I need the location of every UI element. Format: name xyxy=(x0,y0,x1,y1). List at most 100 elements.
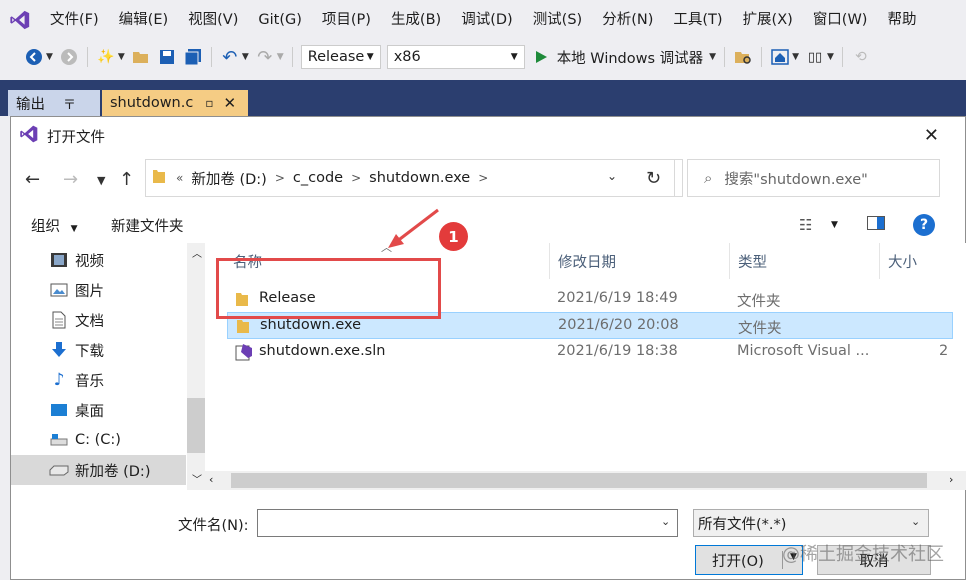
file-date: 2021/6/19 18:38 xyxy=(557,343,678,359)
open-folder-icon[interactable] xyxy=(131,47,151,67)
pin-icon[interactable]: ▫ xyxy=(205,96,213,110)
column-header-label: 大小 xyxy=(888,254,917,271)
pin-icon[interactable]: 〒 xyxy=(63,94,76,113)
chevron-down-icon[interactable]: ▼ xyxy=(118,52,125,62)
save-all-icon[interactable] xyxy=(183,47,203,67)
menu-help[interactable]: 帮助 xyxy=(877,0,926,40)
scrollbar-thumb[interactable] xyxy=(187,398,205,453)
menu-file[interactable]: 文件(F) xyxy=(40,0,109,40)
start-debugger-label[interactable]: 本地 Windows 调试器 xyxy=(557,47,703,68)
breadcrumb-drive[interactable]: 新加卷 (D:) xyxy=(191,168,266,189)
chevron-down-icon[interactable]: ▼ xyxy=(242,52,249,62)
search-icon: ⌕ xyxy=(704,169,713,187)
recent-locations-chevron-icon[interactable]: ▼ xyxy=(97,174,105,187)
nav-item-pictures[interactable]: 图片 xyxy=(11,275,186,305)
refresh-button[interactable]: ↻ xyxy=(633,159,675,197)
menu-tools[interactable]: 工具(T) xyxy=(663,0,732,40)
view-options-icon[interactable]: ☷ xyxy=(799,216,812,234)
breadcrumb-separator-icon[interactable]: > xyxy=(351,171,361,185)
platform-combo[interactable]: x86 ▼ xyxy=(386,45,525,69)
scrollbar-thumb[interactable] xyxy=(231,473,927,488)
tab-output-label: 输出 xyxy=(16,96,45,113)
column-header-label: 类型 xyxy=(738,254,767,271)
tab-shutdown-c[interactable]: shutdown.c ▫ ✕ xyxy=(102,90,248,116)
file-type: 文件夹 xyxy=(737,294,781,310)
undo-icon[interactable]: ↶ xyxy=(220,47,240,68)
organize-label: 组织 xyxy=(31,218,60,235)
chevron-down-icon[interactable]: ▼ xyxy=(709,52,716,62)
layout-icon[interactable]: ▯▯ xyxy=(805,47,825,67)
scroll-right-chevron-icon[interactable]: › xyxy=(949,473,953,486)
search-box[interactable]: ⌕ 搜索"shutdown.exe" xyxy=(687,159,940,197)
menu-view[interactable]: 视图(V) xyxy=(178,0,248,40)
find-in-files-icon[interactable] xyxy=(733,47,753,67)
chevron-down-icon[interactable]: ▼ xyxy=(792,52,799,62)
start-debugging-icon[interactable] xyxy=(531,47,551,67)
menu-extensions[interactable]: 扩展(X) xyxy=(733,0,803,40)
nav-item-desktop[interactable]: 桌面 xyxy=(11,395,186,425)
redo-icon[interactable]: ↷ xyxy=(255,47,275,68)
chevron-down-icon[interactable]: ▼ xyxy=(46,52,53,62)
toolbar-separator xyxy=(86,47,88,67)
toolbar-separator xyxy=(291,47,293,67)
menu-debug[interactable]: 调试(D) xyxy=(451,0,522,40)
nav-item-drive-d[interactable]: 新加卷 (D:) xyxy=(11,455,186,485)
help-icon[interactable]: ? xyxy=(913,214,935,236)
up-arrow-icon[interactable]: ↑ xyxy=(119,169,134,190)
address-dropdown-chevron-icon[interactable]: ⌄ xyxy=(607,169,617,183)
home-icon[interactable] xyxy=(770,47,790,67)
chevron-down-icon[interactable]: ▼ xyxy=(277,52,284,62)
chevron-down-icon[interactable]: ⌄ xyxy=(911,515,920,528)
file-name: shutdown.exe.sln xyxy=(259,343,386,359)
breadcrumb-c-code[interactable]: c_code xyxy=(293,170,343,186)
menu-build[interactable]: 生成(B) xyxy=(381,0,451,40)
chevron-down-icon[interactable]: ⌄ xyxy=(661,515,670,528)
back-arrow-icon[interactable]: ← xyxy=(25,169,40,190)
visual-studio-logo-icon[interactable] xyxy=(0,0,40,40)
forward-arrow-icon[interactable]: → xyxy=(63,169,78,190)
column-header-label: 修改日期 xyxy=(558,254,616,271)
file-type-filter[interactable]: 所有文件(*.*) xyxy=(693,509,929,537)
menu-test[interactable]: 测试(S) xyxy=(523,0,593,40)
new-folder-button[interactable]: 新建文件夹 xyxy=(111,215,184,236)
toolbar-separator xyxy=(724,47,726,67)
nav-item-downloads[interactable]: 下载 xyxy=(11,335,186,365)
picture-icon xyxy=(49,281,69,299)
chevron-down-icon[interactable]: ▼ xyxy=(827,52,834,62)
document-icon xyxy=(49,311,69,329)
menu-window[interactable]: 窗口(W) xyxy=(803,0,878,40)
nav-item-documents[interactable]: 文档 xyxy=(11,305,186,335)
preview-pane-icon[interactable] xyxy=(867,216,885,234)
breadcrumb-shutdown-exe[interactable]: shutdown.exe xyxy=(369,170,470,186)
overflow-chevron-icon[interactable]: « xyxy=(176,171,183,185)
address-bar[interactable]: « 新加卷 (D:) > c_code > shutdown.exe > xyxy=(145,159,683,197)
nav-item-videos[interactable]: 视频 xyxy=(11,245,186,275)
forward-icon[interactable] xyxy=(59,47,79,67)
file-row-shutdown-sln[interactable]: shutdown.exe.sln 2021/6/19 18:38 Microso… xyxy=(227,339,953,366)
menu-git[interactable]: Git(G) xyxy=(248,0,312,40)
nav-item-music[interactable]: ♪ 音乐 xyxy=(11,365,186,395)
scroll-left-chevron-icon[interactable]: ‹ xyxy=(209,473,213,486)
breadcrumb-separator-icon[interactable]: > xyxy=(275,171,285,185)
save-icon[interactable] xyxy=(157,47,177,67)
solution-config-combo[interactable]: Release ▼ xyxy=(300,45,381,69)
filename-input[interactable] xyxy=(257,509,678,537)
new-project-icon[interactable]: ✨ xyxy=(96,47,116,67)
menu-edit[interactable]: 编辑(E) xyxy=(109,0,178,40)
menu-analyze[interactable]: 分析(N) xyxy=(592,0,663,40)
chevron-down-icon[interactable]: ▼ xyxy=(831,220,838,230)
column-header-size[interactable]: 大小 xyxy=(880,243,950,279)
column-header-type[interactable]: 类型 xyxy=(730,243,880,279)
tab-output[interactable]: 输出 〒 xyxy=(8,90,100,116)
close-icon[interactable]: ✕ xyxy=(223,94,236,112)
close-icon[interactable]: ✕ xyxy=(924,125,939,146)
organize-button[interactable]: 组织 ▼ xyxy=(31,215,78,236)
scroll-up-chevron-icon[interactable]: ︿ xyxy=(192,245,202,260)
menu-project[interactable]: 项目(P) xyxy=(312,0,381,40)
open-file-dialog: 打开文件 ✕ ← → ▼ ↑ « 新加卷 (D:) > c_code > shu… xyxy=(10,116,966,580)
scroll-down-chevron-icon[interactable]: ﹀ xyxy=(192,471,202,486)
breadcrumb-separator-icon[interactable]: > xyxy=(478,171,488,185)
column-header-date[interactable]: 修改日期 xyxy=(550,243,730,279)
nav-item-drive-c[interactable]: C: (C:) xyxy=(11,425,186,455)
back-icon[interactable] xyxy=(24,47,44,67)
